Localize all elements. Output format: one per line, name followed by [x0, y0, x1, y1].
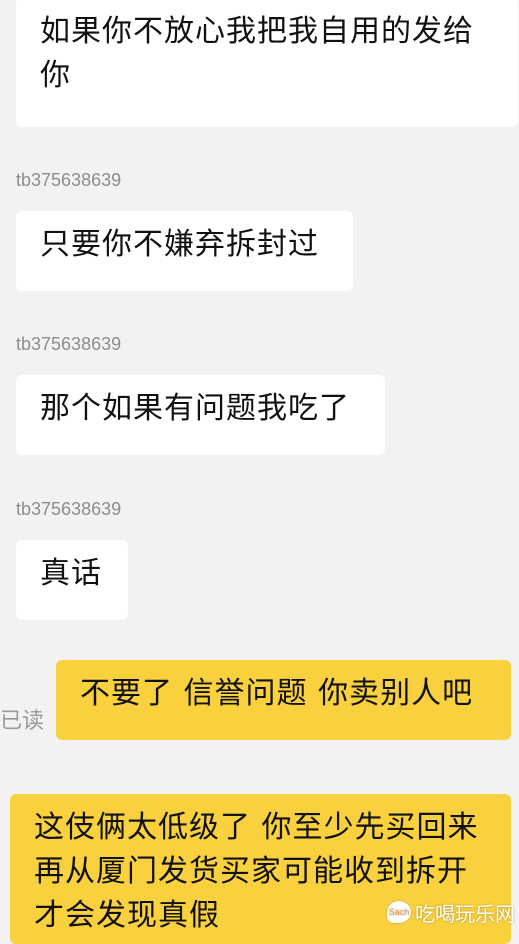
message-text: 不要了 信誉问题 你卖别人吧	[80, 676, 474, 711]
sender-name: tb375638639	[16, 499, 122, 519]
watermark: Sach 吃喝玩乐网	[387, 899, 515, 926]
sender-name: tb375638639	[16, 334, 122, 354]
message-bubble-incoming[interactable]: 真话	[16, 540, 128, 620]
watermark-logo-icon: Sach	[387, 901, 411, 923]
message-bubble-incoming[interactable]: 那个如果有问题我吃了	[16, 375, 385, 455]
message-bubble-incoming[interactable]: 只要你不嫌弃拆封过	[16, 211, 353, 291]
message-text: 那个如果有问题我吃了	[40, 391, 350, 426]
message-text: 如果你不放心我把我自用的发给你	[40, 14, 474, 93]
message-text: 真话	[40, 556, 102, 591]
sender-name: tb375638639	[16, 170, 122, 190]
message-bubble-incoming[interactable]: 如果你不放心我把我自用的发给你	[16, 0, 518, 127]
chat-area: 如果你不放心我把我自用的发给你 tb375638639 只要你不嫌弃拆封过 tb…	[0, 0, 519, 944]
watermark-text: 吃喝玩乐网	[415, 901, 515, 926]
read-status: 已读	[0, 709, 45, 734]
message-text: 只要你不嫌弃拆封过	[40, 227, 319, 262]
message-bubble-outgoing[interactable]: 不要了 信誉问题 你卖别人吧	[56, 660, 511, 740]
